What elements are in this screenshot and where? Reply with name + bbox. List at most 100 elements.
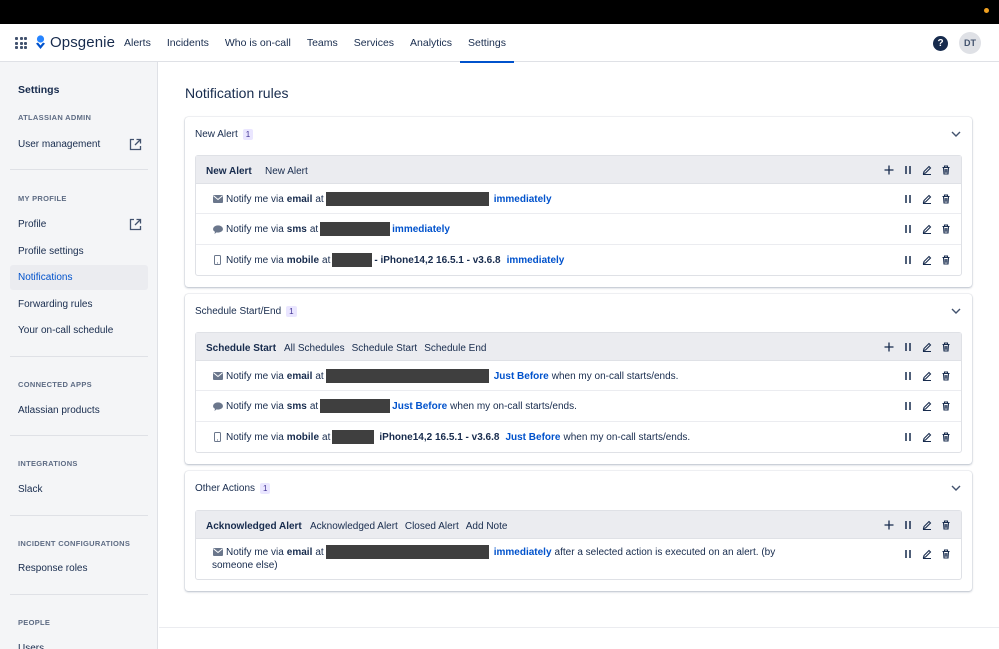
pause-icon[interactable] <box>903 432 913 442</box>
sidebar-item-users[interactable]: Users <box>10 636 148 649</box>
opsgenie-logo[interactable]: Opsgenie <box>35 34 115 51</box>
rule-tag: New Alert <box>265 166 308 177</box>
nav-analytics[interactable]: Analytics <box>402 24 460 62</box>
sidebar-item-profile[interactable]: Profile <box>10 212 148 237</box>
edit-icon[interactable] <box>922 401 932 411</box>
notify-text: Notify me via <box>226 431 284 443</box>
pause-icon[interactable] <box>903 549 913 559</box>
pause-icon[interactable] <box>903 520 913 530</box>
pause-icon[interactable] <box>903 342 913 352</box>
sidebar-item-response-roles[interactable]: Response roles <box>10 556 148 581</box>
card-other-actions: Other Actions 1 Acknowledged Alert Ackno… <box>185 471 972 591</box>
help-icon[interactable]: ? <box>933 36 948 51</box>
notify-text: Notify me via <box>226 546 284 558</box>
timing-link[interactable]: Just Before <box>494 371 549 382</box>
edit-icon[interactable] <box>922 549 932 559</box>
delete-icon[interactable] <box>941 371 951 381</box>
delete-icon[interactable] <box>941 432 951 442</box>
pause-icon[interactable] <box>903 224 913 234</box>
timing-link[interactable]: immediately <box>392 224 450 235</box>
card-header: Other Actions 1 <box>195 483 271 494</box>
nav-teams[interactable]: Teams <box>299 24 346 62</box>
rule-tags: All Schedules Schedule Start Schedule En… <box>284 343 486 354</box>
nav-alerts[interactable]: Alerts <box>116 24 159 62</box>
edit-icon[interactable] <box>922 165 932 175</box>
nav-settings[interactable]: Settings <box>460 24 514 63</box>
edit-icon[interactable] <box>922 255 932 265</box>
at-text: at <box>322 254 331 266</box>
edit-icon[interactable] <box>922 520 932 530</box>
sidebar-divider <box>10 515 148 516</box>
edit-icon[interactable] <box>922 224 932 234</box>
suffix-text: when my on-call starts/ends. <box>563 431 691 443</box>
delete-icon[interactable] <box>941 520 951 530</box>
mobile-icon <box>212 255 223 265</box>
notify-text: Notify me via <box>226 193 284 205</box>
rule-tag: Schedule End <box>424 343 487 354</box>
notification-row-email: Notify me via email at Just Before when … <box>196 361 961 391</box>
nav-incidents[interactable]: Incidents <box>159 24 217 62</box>
system-menu-bar <box>0 0 999 24</box>
channel-label: email <box>286 193 313 205</box>
delete-icon[interactable] <box>941 224 951 234</box>
timing-link[interactable]: Just Before <box>505 432 560 443</box>
row-actions <box>903 194 951 204</box>
sms-icon <box>212 224 223 234</box>
section-my-profile: MY PROFILE <box>18 194 67 203</box>
delete-icon[interactable] <box>941 165 951 175</box>
sidebar-item-notifications[interactable]: Notifications <box>10 265 148 290</box>
rule-tag: All Schedules <box>284 343 345 354</box>
pause-icon[interactable] <box>903 194 913 204</box>
edit-icon[interactable] <box>922 432 932 442</box>
chevron-down-icon[interactable] <box>950 305 962 317</box>
edit-icon[interactable] <box>922 194 932 204</box>
sidebar-item-user-management[interactable]: User management <box>10 132 148 157</box>
notification-row-sms: Notify me via sms at immediately <box>196 214 961 245</box>
add-icon[interactable] <box>884 342 894 352</box>
row-actions <box>903 371 951 381</box>
row-actions <box>903 432 951 442</box>
suffix-text: when my on-call starts/ends. <box>450 400 577 412</box>
opsgenie-logo-icon <box>36 35 45 49</box>
card-schedule-start-end: Schedule Start/End 1 Schedule Start All … <box>185 294 972 464</box>
delete-icon[interactable] <box>941 401 951 411</box>
rule-name: Schedule Start <box>206 343 277 354</box>
pause-icon[interactable] <box>903 165 913 175</box>
notify-text: Notify me via <box>226 254 284 266</box>
delete-icon[interactable] <box>941 194 951 204</box>
notify-text: Notify me via <box>226 400 284 412</box>
external-link-icon <box>129 138 142 151</box>
nav-services[interactable]: Services <box>346 24 402 62</box>
edit-icon[interactable] <box>922 371 932 381</box>
chevron-down-icon[interactable] <box>950 128 962 140</box>
channel-label: email <box>286 546 313 558</box>
user-avatar[interactable]: DT <box>959 32 981 54</box>
status-dot <box>984 8 989 13</box>
sidebar-item-atlassian-products[interactable]: Atlassian products <box>10 398 148 423</box>
timing-link[interactable]: immediately <box>507 255 565 266</box>
page-divider <box>159 627 999 628</box>
timing-link[interactable]: immediately <box>494 547 552 558</box>
timing-link[interactable]: immediately <box>494 194 552 205</box>
chevron-down-icon[interactable] <box>950 482 962 494</box>
delete-icon[interactable] <box>941 549 951 559</box>
device-label: iPhone14,2 16.5.1 - v3.6.8 <box>379 431 500 443</box>
nav-who-is-on-call[interactable]: Who is on-call <box>217 24 299 62</box>
edit-icon[interactable] <box>922 342 932 352</box>
sidebar-item-on-call-schedule[interactable]: Your on-call schedule <box>10 318 148 343</box>
timing-link[interactable]: Just Before <box>392 401 447 412</box>
delete-icon[interactable] <box>941 342 951 352</box>
app-switcher-icon[interactable] <box>15 37 27 49</box>
sidebar-item-profile-settings[interactable]: Profile settings <box>10 239 148 264</box>
add-icon[interactable] <box>884 165 894 175</box>
pause-icon[interactable] <box>903 371 913 381</box>
pause-icon[interactable] <box>903 255 913 265</box>
at-text: at <box>309 400 319 412</box>
delete-icon[interactable] <box>941 255 951 265</box>
sidebar-item-slack[interactable]: Slack <box>10 477 148 502</box>
add-icon[interactable] <box>884 520 894 530</box>
sidebar-item-forwarding-rules[interactable]: Forwarding rules <box>10 292 148 317</box>
section-connected-apps: CONNECTED APPS <box>18 380 92 389</box>
notification-row-mobile: Notify me via mobile at iPhone14,2 16.5.… <box>196 422 961 452</box>
pause-icon[interactable] <box>903 401 913 411</box>
